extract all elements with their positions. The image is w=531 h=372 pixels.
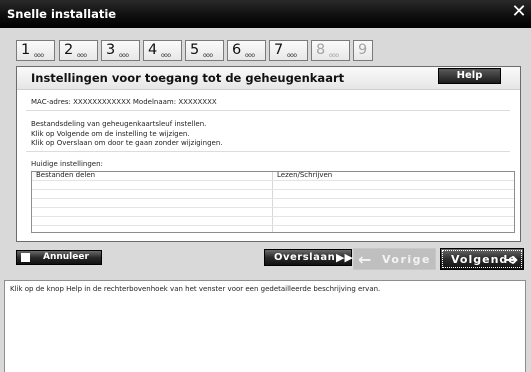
previous-label: Vorige	[382, 253, 431, 266]
step-dots: ooo	[34, 52, 44, 59]
step-9: 9	[353, 40, 373, 61]
divider	[26, 151, 510, 152]
skip-button[interactable]: Overslaan ▶▶|	[264, 249, 357, 266]
previous-button[interactable]: ← Vorige	[353, 248, 436, 270]
help-button[interactable]: Help	[438, 68, 501, 84]
step-4: 4 ooo	[143, 40, 182, 61]
table-row: Bestanden delen Lezen/Schrijven	[32, 171, 514, 181]
step-2: 2 ooo	[59, 40, 98, 61]
table-row	[32, 199, 514, 208]
arrow-left-icon: ←	[358, 250, 372, 269]
description-line: Bestandsdeling van geheugenkaartsleuf in…	[31, 120, 207, 128]
settings-panel: Instellingen voor toegang tot de geheuge…	[16, 66, 521, 242]
step-3: 3 ooo	[101, 40, 140, 61]
description-line: Klik op Volgende om de instelling te wij…	[31, 129, 190, 138]
settings-table: Bestanden delen Lezen/Schrijven	[31, 171, 515, 233]
step-dots: ooo	[287, 52, 297, 59]
panel-header: Instellingen voor toegang tot de geheuge…	[17, 67, 520, 90]
mac-model-info: MAC-adres: XXXXXXXXXXXX Modelnaam: XXXXX…	[31, 98, 217, 106]
cancel-label: Annuleer	[43, 252, 89, 262]
panel-title: Instellingen voor toegang tot de geheuge…	[31, 71, 345, 85]
help-info-text: Klik op de knop Help in de rechterbovenh…	[10, 285, 381, 293]
title-bar: Snelle installatie ✕	[0, 0, 531, 28]
step-dots: ooo	[329, 52, 339, 59]
step-1: 1 ooo	[16, 40, 55, 61]
step-dots: ooo	[77, 52, 87, 59]
table-row	[32, 181, 514, 190]
step-dots: ooo	[245, 52, 255, 59]
divider	[26, 110, 510, 111]
window-title: Snelle installatie	[7, 7, 117, 21]
skip-label: Overslaan	[274, 252, 336, 263]
table-row	[32, 190, 514, 199]
step-5: 5 ooo	[185, 40, 224, 61]
arrow-right-icon: ➔	[505, 250, 519, 269]
cancel-button[interactable]: Annuleer	[16, 250, 102, 265]
current-settings-label: Huidige instellingen:	[31, 160, 103, 168]
step-dots: ooo	[203, 52, 213, 59]
close-icon[interactable]: ✕	[509, 2, 529, 22]
step-7: 7 ooo	[269, 40, 308, 61]
description-line: Klik op Overslaan om door te gaan zonder…	[31, 139, 223, 147]
step-6: 6 ooo	[227, 40, 266, 61]
table-row	[32, 217, 514, 226]
checkbox-icon	[21, 253, 30, 262]
step-dots: ooo	[161, 52, 171, 59]
next-button[interactable]: Volgende ➔	[440, 248, 524, 270]
step-dots: ooo	[119, 52, 129, 59]
help-info-box: Klik op de knop Help in de rechterbovenh…	[4, 280, 526, 372]
description: Bestandsdeling van geheugenkaartsleuf in…	[31, 120, 223, 149]
table-row	[32, 208, 514, 217]
step-8: 8 ooo	[311, 40, 350, 61]
